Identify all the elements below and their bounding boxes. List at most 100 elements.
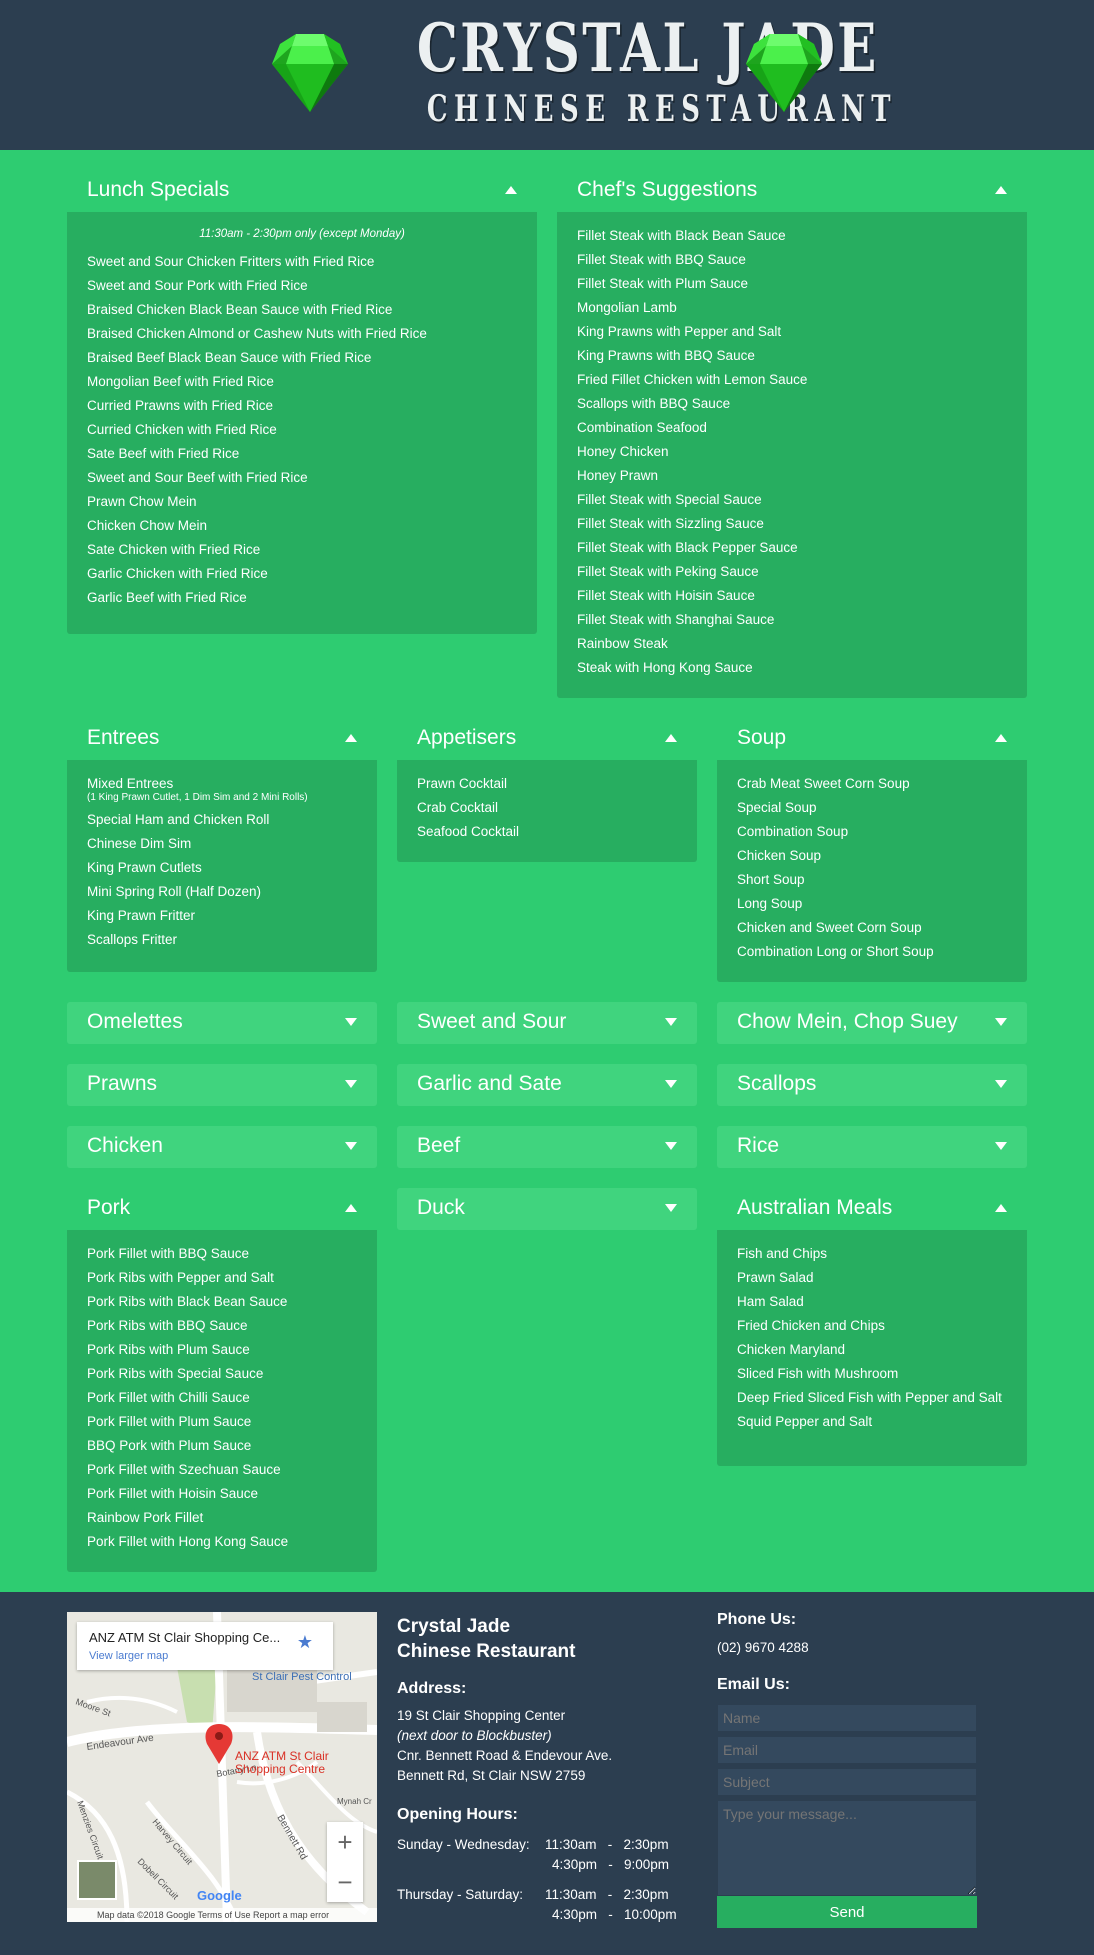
menu-item: Crab Meat Sweet Corn Soup bbox=[737, 776, 910, 791]
menu-item: Honey Prawn bbox=[577, 468, 659, 483]
pork-panel: Pork Pork Fillet with BBQ Sauce Pork Ribs… bbox=[67, 1188, 377, 1572]
menu-item: Pork Ribs with Black Bean Sauce bbox=[87, 1294, 288, 1309]
zoom-out-button[interactable]: − bbox=[327, 1862, 363, 1902]
save-star-icon[interactable]: ★ bbox=[297, 1632, 313, 1653]
menu-item: Mixed Entrees (1 King Prawn Cutlet, 1 Di… bbox=[87, 776, 308, 803]
chow-mein-header[interactable]: Chow Mein, Chop Suey bbox=[717, 1002, 1027, 1044]
menu-item: Scallops Fritter bbox=[87, 932, 178, 947]
expand-caret-icon bbox=[345, 1018, 357, 1026]
lunch-specials-panel: Lunch Specials 11:30am - 2:30pm only (ex… bbox=[67, 170, 537, 634]
menu-item: Rainbow Steak bbox=[577, 636, 668, 651]
menu-item: Mongolian Beef with Fried Rice bbox=[87, 374, 274, 389]
sweet-and-sour-header[interactable]: Sweet and Sour bbox=[397, 1002, 697, 1044]
name-field[interactable] bbox=[717, 1704, 977, 1732]
panel-title: Appetisers bbox=[417, 726, 517, 749]
garlic-and-sate-header[interactable]: Garlic and Sate bbox=[397, 1064, 697, 1106]
menu-item: Pork Fillet with Szechuan Sauce bbox=[87, 1462, 281, 1477]
panel-title: Scallops bbox=[737, 1072, 817, 1095]
restaurant-logo-title: CRYSTAL JADE bbox=[416, 9, 879, 87]
menu-item: Seafood Cocktail bbox=[417, 824, 520, 839]
beef-header[interactable]: Beef bbox=[397, 1126, 697, 1168]
chefs-suggestions-header[interactable]: Chef's Suggestions bbox=[557, 170, 1027, 212]
panel-title: Omelettes bbox=[87, 1010, 183, 1033]
menu-item: Sate Chicken with Fried Rice bbox=[87, 542, 261, 557]
expand-caret-icon bbox=[665, 1142, 677, 1150]
menu-item: BBQ Pork with Plum Sauce bbox=[87, 1438, 252, 1453]
menu-item: Fillet Steak with Shanghai Sauce bbox=[577, 612, 775, 627]
omelettes-header[interactable]: Omelettes bbox=[67, 1002, 377, 1044]
menu-item: Prawn Salad bbox=[737, 1270, 814, 1285]
menu-item: Special Soup bbox=[737, 800, 817, 815]
prawns-panel: Prawns bbox=[67, 1064, 377, 1106]
rice-header[interactable]: Rice bbox=[717, 1126, 1027, 1168]
menu-item: Steak with Hong Kong Sauce bbox=[577, 660, 753, 675]
menu-item: Combination Seafood bbox=[577, 420, 707, 435]
menu-item: Long Soup bbox=[737, 896, 803, 911]
soup-header[interactable]: Soup bbox=[717, 718, 1027, 760]
menu-item: Fried Chicken and Chips bbox=[737, 1318, 885, 1333]
zoom-in-button[interactable]: + bbox=[327, 1822, 363, 1862]
collapse-caret-icon bbox=[505, 186, 517, 194]
subject-field[interactable] bbox=[717, 1768, 977, 1796]
menu-item: King Prawns with BBQ Sauce bbox=[577, 348, 755, 363]
map-zoom-controls: + − bbox=[327, 1822, 363, 1902]
chow-mein-panel: Chow Mein, Chop Suey bbox=[717, 1002, 1027, 1044]
menu-item: Pork Ribs with Plum Sauce bbox=[87, 1342, 250, 1357]
phone-number[interactable]: (02) 9670 4288 bbox=[717, 1638, 809, 1658]
entrees-list: Mixed Entrees (1 King Prawn Cutlet, 1 Di… bbox=[67, 760, 377, 972]
menu-item: Fillet Steak with Special Sauce bbox=[577, 492, 762, 507]
send-button[interactable]: Send bbox=[717, 1896, 977, 1928]
chicken-header[interactable]: Chicken bbox=[67, 1126, 377, 1168]
appetisers-header[interactable]: Appetisers bbox=[397, 718, 697, 760]
scallops-header[interactable]: Scallops bbox=[717, 1064, 1027, 1106]
menu-item: Fillet Steak with Sizzling Sauce bbox=[577, 516, 764, 531]
menu-item: Crab Cocktail bbox=[417, 800, 499, 815]
menu-item: Curried Prawns with Fried Rice bbox=[87, 398, 274, 413]
view-larger-map-link[interactable]: View larger map bbox=[89, 1650, 168, 1662]
restaurant-logo-subtitle: CHINESE RESTAURANT bbox=[426, 88, 897, 130]
menu-item: Sweet and Sour Pork with Fried Rice bbox=[87, 278, 308, 293]
prawns-header[interactable]: Prawns bbox=[67, 1064, 377, 1106]
menu-item: Squid Pepper and Salt bbox=[737, 1414, 873, 1429]
menu-item: Pork Fillet with Chilli Sauce bbox=[87, 1390, 250, 1405]
chefs-suggestions-list: Fillet Steak with Black Bean Sauce Fillet… bbox=[557, 212, 1027, 698]
map-attribution: Map data ©2018 Google Terms of Use Repor… bbox=[67, 1908, 377, 1922]
site-header: CRYSTAL JADE CHINESE RESTAURANT bbox=[0, 0, 1094, 150]
pork-header[interactable]: Pork bbox=[67, 1188, 377, 1230]
svg-text:Mynah Cr: Mynah Cr bbox=[337, 1797, 372, 1806]
menu-item: Pork Fillet with Plum Sauce bbox=[87, 1414, 252, 1429]
panel-title: Australian Meals bbox=[737, 1196, 893, 1219]
menu-item: Braised Beef Black Bean Sauce with Fried… bbox=[87, 350, 372, 365]
menu-item: Sliced Fish with Mushroom bbox=[737, 1366, 899, 1381]
chefs-suggestions-panel: Chef's Suggestions Fillet Steak with Bla… bbox=[557, 170, 1027, 698]
email-field[interactable] bbox=[717, 1736, 977, 1764]
lunch-specials-header[interactable]: Lunch Specials bbox=[67, 170, 537, 212]
menu-item: Chinese Dim Sim bbox=[87, 836, 192, 851]
menu-item: Rainbow Pork Fillet bbox=[87, 1510, 204, 1525]
australian-meals-header[interactable]: Australian Meals bbox=[717, 1188, 1027, 1230]
menu-item: Fillet Steak with BBQ Sauce bbox=[577, 252, 746, 267]
menu-item: Ham Salad bbox=[737, 1294, 804, 1309]
menu-item: Prawn Cocktail bbox=[417, 776, 508, 791]
duck-header[interactable]: Duck bbox=[397, 1188, 697, 1230]
svg-text:St Clair Pest Control: St Clair Pest Control bbox=[252, 1671, 352, 1683]
menu-item: Combination Long or Short Soup bbox=[737, 944, 934, 959]
menu-item: Braised Chicken Black Bean Sauce with Fr… bbox=[87, 302, 393, 317]
message-field[interactable] bbox=[717, 1800, 977, 1896]
collapse-caret-icon bbox=[995, 186, 1007, 194]
menu-item: Honey Chicken bbox=[577, 444, 669, 459]
site-footer: St Clair Pest Control Endeavour Ave Benn… bbox=[0, 1592, 1094, 1955]
duck-panel: Duck bbox=[397, 1188, 697, 1230]
omelettes-panel: Omelettes bbox=[67, 1002, 377, 1044]
expand-caret-icon bbox=[665, 1204, 677, 1212]
menu-item: Sweet and Sour Beef with Fried Rice bbox=[87, 470, 308, 485]
expand-caret-icon bbox=[665, 1080, 677, 1088]
panel-title: Rice bbox=[737, 1134, 780, 1157]
google-logo: Google bbox=[197, 1888, 242, 1903]
location-map[interactable]: St Clair Pest Control Endeavour Ave Benn… bbox=[67, 1612, 377, 1922]
satellite-toggle[interactable] bbox=[77, 1860, 117, 1900]
panel-title: Chicken bbox=[87, 1134, 163, 1157]
panel-title: Duck bbox=[417, 1196, 465, 1219]
entrees-header[interactable]: Entrees bbox=[67, 718, 377, 760]
collapse-caret-icon bbox=[345, 1204, 357, 1212]
